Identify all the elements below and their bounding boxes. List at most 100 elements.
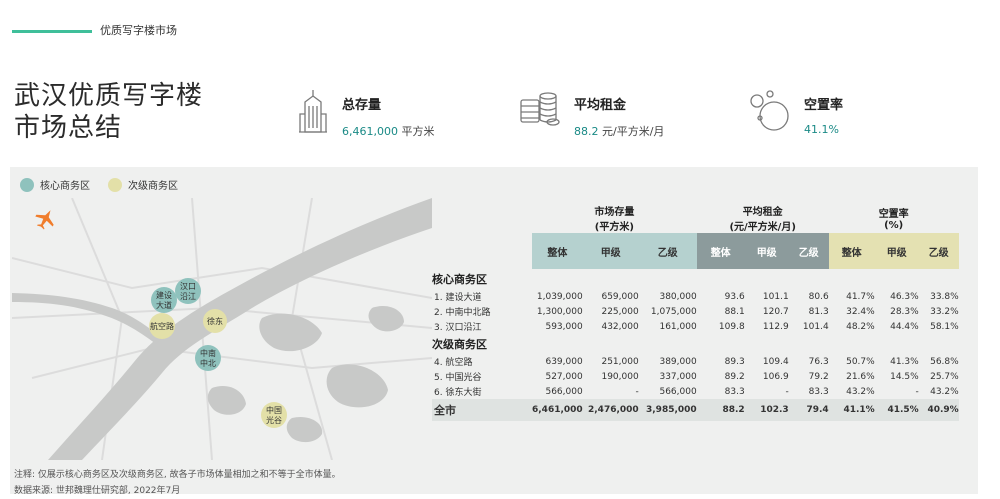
cell: 83.3	[808, 386, 829, 397]
accent-line	[12, 30, 92, 33]
cell: 102.3	[744, 399, 789, 421]
district-map: 建设 大道 汉口 沿江 航空路 徐东 中南 中北 中国 光谷	[12, 198, 432, 460]
legend-secondary: 次级商务区	[128, 181, 178, 192]
svg-text:中北: 中北	[200, 358, 216, 368]
svg-text:航空路: 航空路	[150, 321, 174, 331]
row-name: 6. 徐东大街	[434, 388, 482, 398]
title-line-2: 市场总结	[14, 113, 123, 143]
svg-text:大道: 大道	[156, 300, 172, 310]
cell: 120.7	[762, 306, 789, 317]
sub-header-grade-a: 甲级	[582, 233, 639, 269]
sub-header-grade-b: 乙级	[638, 233, 697, 269]
svg-text:徐东: 徐东	[207, 316, 223, 326]
table-row: 5. 中国光谷 527,000 190,000 337,000 89.2 106…	[432, 369, 959, 384]
secondary-dot-icon	[108, 177, 122, 192]
row-name: 4. 航空路	[434, 358, 473, 368]
cell: 41.7%	[846, 291, 875, 302]
cell: 659,000	[601, 291, 639, 302]
district-optics-valley: 中国 光谷	[261, 402, 287, 428]
cell: 44.4%	[890, 321, 919, 332]
svg-text:光谷: 光谷	[266, 415, 282, 425]
cell: 109.8	[718, 321, 745, 332]
core-dot-icon	[20, 177, 34, 192]
table-row: 3. 汉口沿江 593,000 432,000 161,000 109.8 11…	[432, 319, 959, 334]
sub-header-overall: 整体	[828, 233, 875, 269]
cell: 93.6	[724, 291, 745, 302]
cell: 25.7%	[930, 371, 959, 382]
district-xudong: 徐东	[203, 309, 227, 333]
data-source: 数据来源: 世邦魏理仕研究部, 2022年7月	[14, 486, 181, 496]
cell: 225,000	[601, 306, 639, 317]
table-row: 2. 中南中北路 1,300,000 225,000 1,075,000 88.…	[432, 304, 959, 319]
district-zhongnan-zhongbei: 中南 中北	[195, 345, 221, 371]
sub-header-grade-b: 乙级	[918, 233, 959, 269]
map-legend: 核心商务区 次级商务区	[20, 177, 196, 192]
market-summary-table: 市场存量 (平方米) 平均租金 (元/平方米/月) 空置率 (%) 整体 甲级 乙级 …	[432, 203, 959, 421]
cell: 566,000	[545, 386, 583, 397]
bubbles-icon	[750, 90, 789, 131]
kpi-unit: 元/平方米/月	[602, 125, 665, 138]
rent-header: 平均租金	[742, 207, 783, 218]
cell: 50.7%	[846, 356, 875, 367]
cell: 58.1%	[930, 321, 959, 332]
cell: -	[785, 386, 789, 397]
cell: 112.9	[762, 321, 789, 332]
cell: 43.2%	[846, 386, 875, 397]
cell: 380,000	[659, 291, 697, 302]
table-total-row: 全市 6,461,000 2,476,000 3,985,000 88.2 10…	[432, 399, 959, 421]
table-group-header: 市场存量 (平方米) 平均租金 (元/平方米/月) 空置率 (%)	[432, 203, 959, 233]
cell: 88.2	[696, 399, 745, 421]
cell: 566,000	[659, 386, 697, 397]
stock-unit: (平方米)	[594, 222, 634, 233]
cell: 101.4	[802, 321, 829, 332]
cell: 432,000	[601, 321, 639, 332]
cell: 2,476,000	[582, 399, 639, 421]
kpi-value: 88.2	[574, 125, 599, 138]
kpi-value: 6,461,000	[342, 125, 398, 138]
cell: 101.1	[762, 291, 789, 302]
vacancy-header: 空置率	[878, 209, 909, 220]
cell: 41.1%	[828, 399, 875, 421]
cell: 639,000	[545, 356, 583, 367]
svg-text:沿江: 沿江	[180, 292, 196, 301]
svg-text:建设: 建设	[156, 290, 172, 300]
cell: 527,000	[545, 371, 583, 382]
sub-header-grade-b: 乙级	[788, 233, 829, 269]
row-name: 2. 中南中北路	[434, 308, 491, 318]
cell: 14.5%	[890, 371, 919, 382]
row-name: 5. 中国光谷	[434, 373, 482, 383]
sub-header-overall: 整体	[696, 233, 745, 269]
svg-text:中南: 中南	[200, 348, 216, 358]
cell: 1,039,000	[536, 291, 583, 302]
sub-header-overall: 整体	[532, 233, 583, 269]
sub-header-grade-a: 甲级	[744, 233, 789, 269]
page-title: 武汉优质写字楼 市场总结	[14, 80, 203, 144]
district-jianshe-avenue: 建设 大道	[151, 287, 177, 313]
cell: 41.3%	[890, 356, 919, 367]
cell: 251,000	[601, 356, 639, 367]
section-title-core: 核心商务区	[432, 273, 487, 286]
cell: 43.2%	[930, 386, 959, 397]
legend-core: 核心商务区	[40, 181, 90, 192]
kpi-label: 平均租金	[574, 98, 627, 113]
cell: 109.4	[762, 356, 789, 367]
cell: 89.3	[724, 356, 745, 367]
row-name: 3. 汉口沿江	[434, 323, 482, 333]
kpi-total-stock: 总存量 6,461,000 平方米	[296, 88, 434, 139]
cell: 79.2	[808, 371, 829, 382]
kpi-unit: 平方米	[401, 125, 435, 138]
cell: 40.9%	[918, 399, 959, 421]
cell: 337,000	[659, 371, 697, 382]
table-row: 4. 航空路 639,000 251,000 389,000 89.3 109.…	[432, 354, 959, 369]
kpi-average-rent: 平均租金 88.2 元/平方米/月	[518, 88, 664, 139]
cell: 1,300,000	[536, 306, 583, 317]
kpi-label: 空置率	[804, 98, 844, 113]
cell: 88.1	[724, 306, 745, 317]
cell: -	[635, 386, 639, 397]
sub-header-grade-a: 甲级	[874, 233, 919, 269]
cell: 81.3	[808, 306, 829, 317]
cell: 79.4	[788, 399, 829, 421]
cell: -	[915, 386, 919, 397]
cell: 76.3	[808, 356, 829, 367]
footnote: 注释: 仅展示核心商务区及次级商务区, 故各子市场体量相加之和不等于全市体量。	[14, 470, 341, 480]
